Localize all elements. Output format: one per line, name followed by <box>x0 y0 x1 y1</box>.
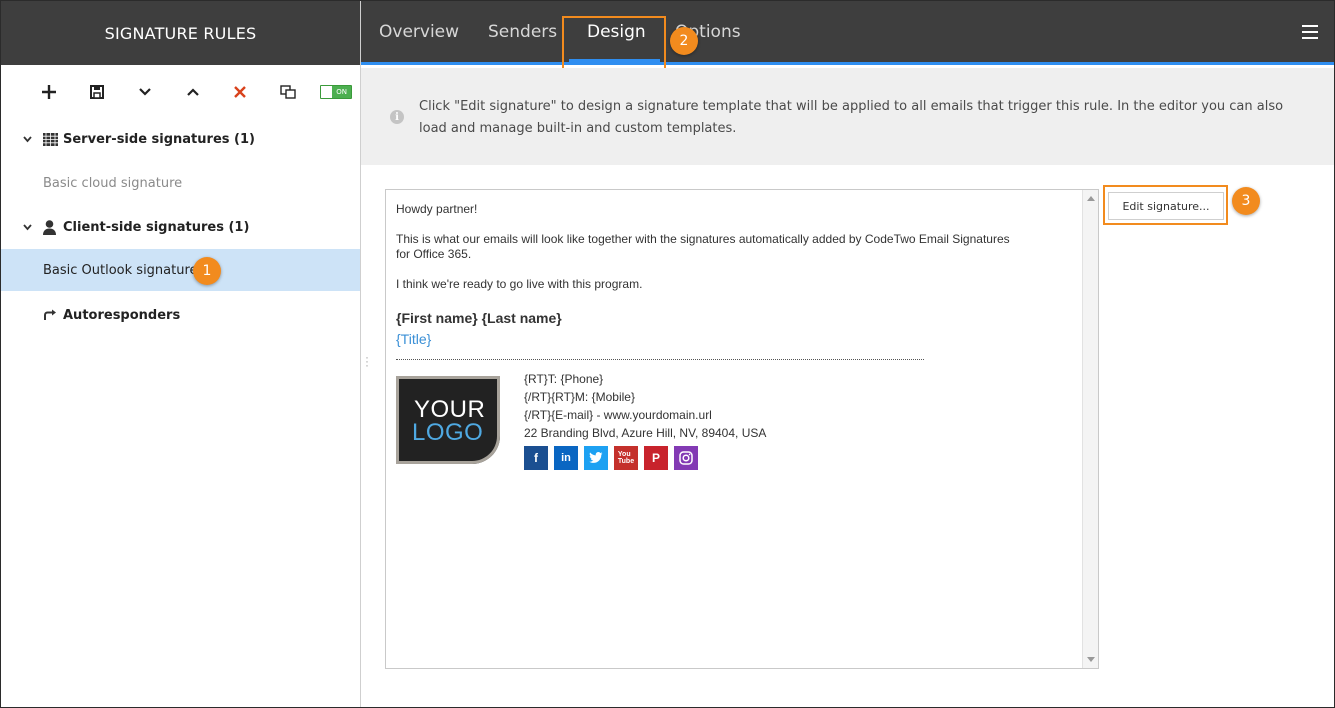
user-icon <box>43 219 61 235</box>
highlight-design-tab <box>562 16 666 71</box>
chevron-down-icon[interactable] <box>23 135 37 143</box>
tab-bar: Overview Senders Design Options <box>361 1 1334 65</box>
duplicate-icon <box>280 85 296 99</box>
preview-body-2: I think we're ready to go live with this… <box>396 277 643 291</box>
twitter-icon[interactable] <box>584 446 608 470</box>
toggle-switch: ON <box>320 85 353 99</box>
social-icons: f in You Tube P <box>524 446 698 470</box>
tree-item-label: Autoresponders <box>63 307 181 323</box>
app-window: SIGNATURE RULES ON Server-side signature… <box>0 0 1335 708</box>
sidebar: SIGNATURE RULES ON Server-side signature… <box>1 1 361 707</box>
pinterest-icon[interactable]: P <box>644 446 668 470</box>
signature-title: {Title} <box>396 331 432 347</box>
move-up-icon <box>186 88 199 96</box>
tree-group-label: Server-side signatures (1) <box>63 131 255 147</box>
duplicate-button[interactable] <box>264 77 312 107</box>
tree-item-basic-cloud-signature[interactable]: Basic cloud signature <box>1 162 360 204</box>
hamburger-menu-icon[interactable] <box>1302 25 1318 39</box>
splitter-handle[interactable]: · · · <box>365 351 369 371</box>
preview-body-1: This is what our emails will look like t… <box>396 232 1010 261</box>
tree-group-label: Client-side signatures (1) <box>63 219 250 235</box>
rules-toolbar: ON <box>1 65 360 119</box>
signature-block: YOUR LOGO {RT}T: {Phone} {/RT}{RT}M: {Mo… <box>396 372 1046 486</box>
company-logo: YOUR LOGO <box>396 376 500 464</box>
move-down-icon <box>138 88 151 96</box>
annotation-badge-2: 2 <box>670 27 698 55</box>
tree-group-server-side[interactable]: Server-side signatures (1) <box>1 119 360 159</box>
contact-email: {/RT}{E-mail} - www.yourdomain.url <box>524 408 712 422</box>
contact-details: {RT}T: {Phone} {/RT}{RT}M: {Mobile} {/RT… <box>524 370 766 442</box>
tree-item-label: Basic Outlook signature <box>43 262 198 278</box>
add-rule-button[interactable] <box>25 77 73 107</box>
preview-content: Howdy partner! This is what our emails w… <box>396 200 1046 486</box>
preview-scrollbar[interactable] <box>1082 190 1098 668</box>
logo-text-line-2: LOGO <box>412 419 484 446</box>
signature-name: {First name} {Last name} <box>396 310 562 326</box>
tab-overview[interactable]: Overview <box>379 1 459 62</box>
contact-address: 22 Branding Blvd, Azure Hill, NV, 89404,… <box>524 426 767 440</box>
scroll-up-arrow-icon[interactable] <box>1087 196 1095 201</box>
reply-arrow-icon <box>43 309 61 321</box>
delete-button[interactable] <box>216 77 264 107</box>
sidebar-title: SIGNATURE RULES <box>1 1 360 65</box>
move-down-button[interactable] <box>121 77 169 107</box>
instagram-icon[interactable] <box>674 446 698 470</box>
delete-icon <box>234 86 247 98</box>
annotation-badge-3: 3 <box>1232 187 1260 215</box>
tree-group-client-side[interactable]: Client-side signatures (1) <box>1 207 360 247</box>
info-text: Click "Edit signature" to design a signa… <box>419 99 1284 136</box>
chevron-down-icon[interactable] <box>23 223 37 231</box>
save-icon <box>89 85 104 99</box>
contact-mobile: {/RT}{RT}M: {Mobile} <box>524 390 635 404</box>
info-banner: i Click "Edit signature" to design a sig… <box>361 68 1334 165</box>
info-icon: i <box>390 110 404 124</box>
toggle-label: ON <box>332 86 352 98</box>
save-button[interactable] <box>73 77 121 107</box>
move-up-button[interactable] <box>169 77 217 107</box>
youtube-icon[interactable]: You Tube <box>614 446 638 470</box>
preview-greeting: Howdy partner! <box>396 202 478 216</box>
server-icon <box>43 132 61 146</box>
facebook-icon[interactable]: f <box>524 446 548 470</box>
tree-item-autoresponders[interactable]: Autoresponders <box>1 295 360 335</box>
annotation-badge-1: 1 <box>193 257 221 285</box>
linkedin-icon[interactable]: in <box>554 446 578 470</box>
contact-phone: {RT}T: {Phone} <box>524 372 604 386</box>
tab-senders[interactable]: Senders <box>488 1 557 62</box>
add-icon <box>41 85 56 99</box>
signature-preview: Howdy partner! This is what our emails w… <box>385 189 1099 669</box>
scroll-down-arrow-icon[interactable] <box>1087 657 1095 662</box>
edit-signature-button[interactable]: Edit signature... <box>1108 192 1224 220</box>
rule-enabled-toggle[interactable]: ON <box>312 77 360 107</box>
signature-divider <box>396 359 924 360</box>
tree-item-basic-outlook-signature[interactable]: Basic Outlook signature <box>1 249 360 291</box>
